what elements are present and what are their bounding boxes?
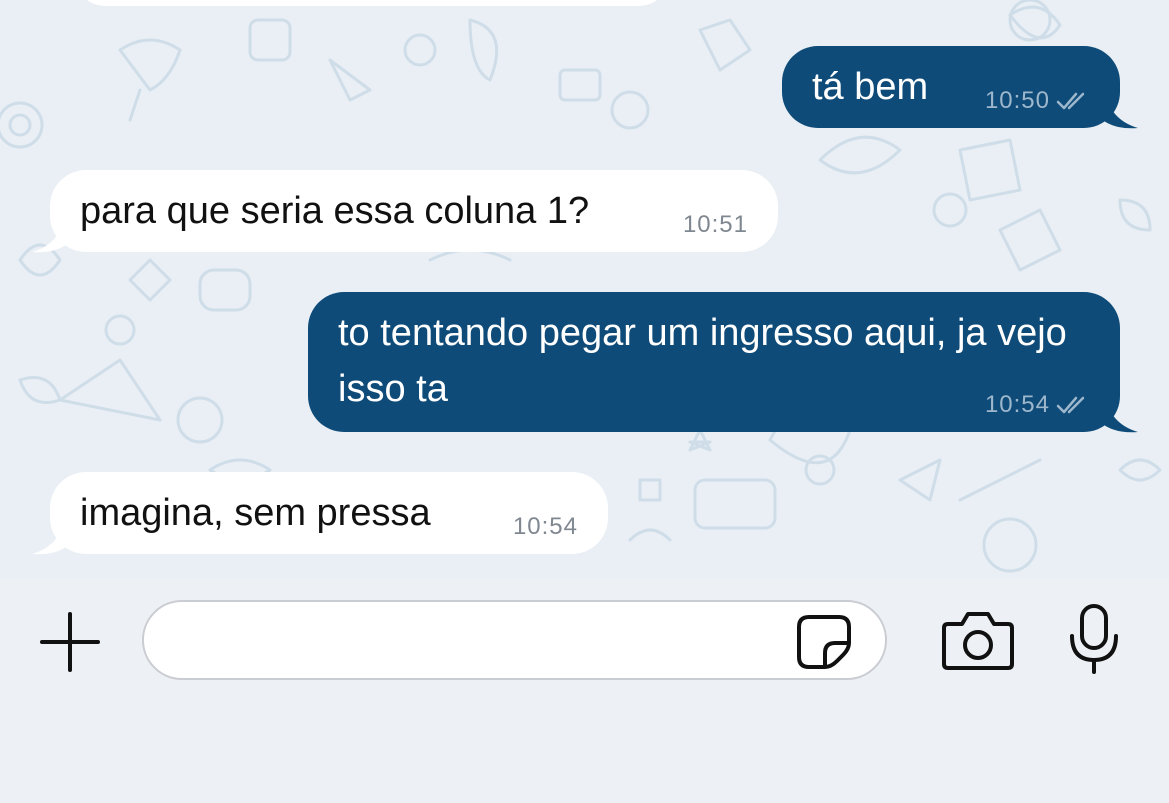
outgoing-message[interactable]: to tentando pegar um ingresso aqui, ja v… [308, 292, 1120, 432]
sticker-icon[interactable] [795, 613, 853, 671]
chat-area[interactable]: tá bem 10:50 para que seria essa coluna … [0, 0, 1169, 578]
microphone-icon[interactable] [1066, 602, 1122, 676]
bubble-tail [1100, 394, 1138, 433]
outgoing-message[interactable]: tá bem 10:50 [782, 46, 1120, 128]
plus-icon[interactable] [38, 610, 102, 674]
message-text: tá bem [812, 66, 929, 108]
message-meta: 10:51 [683, 210, 748, 240]
bubble-tail [1100, 90, 1138, 129]
message-time: 10:50 [984, 87, 1050, 114]
message-meta: 10:54 [985, 390, 1090, 420]
message-time: 10:54 [512, 513, 578, 540]
message-meta: 10:50 [985, 86, 1090, 116]
incoming-message[interactable]: para que seria essa coluna 1? 10:51 [50, 170, 778, 252]
message-input[interactable] [142, 600, 887, 680]
bubble-tail [32, 214, 70, 253]
bubble-tail [32, 516, 70, 555]
read-double-check-icon [1056, 396, 1085, 414]
message-meta: 10:54 [513, 512, 578, 542]
camera-icon[interactable] [940, 610, 1016, 672]
message-text: para que seria essa coluna 1? [80, 190, 590, 232]
read-double-check-icon [1056, 92, 1085, 110]
message-text: to tentando pegar um ingresso aqui, ja v… [338, 312, 1067, 410]
incoming-message[interactable]: imagina, sem pressa 10:54 [50, 472, 608, 554]
message-text: imagina, sem pressa [80, 492, 431, 534]
message-time: 10:51 [682, 211, 748, 238]
previous-message-bubble [72, 0, 672, 6]
message-time: 10:54 [984, 391, 1050, 418]
